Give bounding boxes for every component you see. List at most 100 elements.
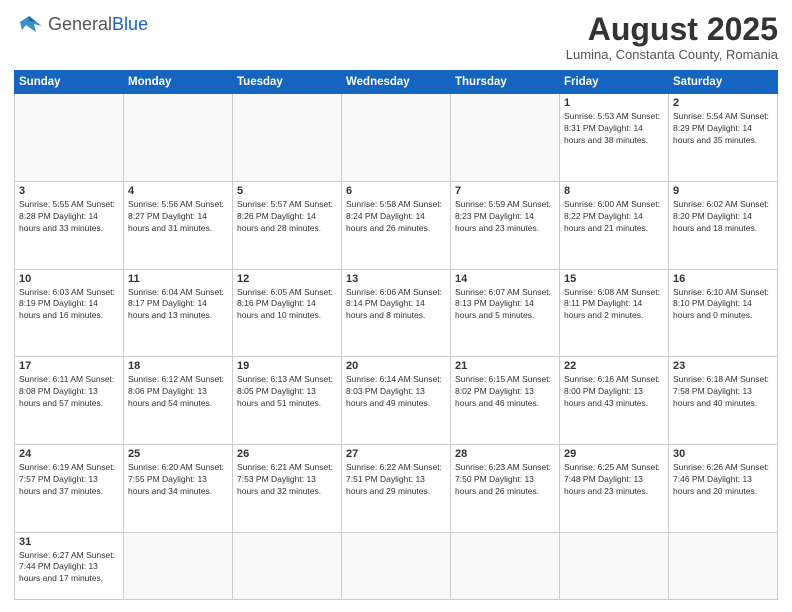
table-row: 28 Sunrise: 6:23 AM Sunset: 7:50 PM Dayli… [451,444,560,532]
calendar-header-row: SundayMondayTuesdayWednesdayThursdayFrid… [15,71,778,94]
day-number: 11 [128,273,228,285]
day-number: 27 [346,448,446,460]
day-number: 17 [19,360,119,372]
table-row: 30 Sunrise: 6:26 AM Sunset: 7:46 PM Dayli… [669,444,778,532]
header: GeneralBlue August 2025 Lumina, Constant… [14,12,778,62]
table-row: 26 Sunrise: 6:21 AM Sunset: 7:53 PM Dayli… [233,444,342,532]
table-row: 10Sunrise: 6:03 AM Sunset: 8:19 PM Dayli… [15,269,124,357]
calendar-header-tuesday: Tuesday [233,71,342,94]
day-number: 20 [346,360,446,372]
day-number: 2 [673,97,773,109]
table-row: 22Sunrise: 6:16 AM Sunset: 8:00 PM Dayli… [560,357,669,445]
table-row: 17Sunrise: 6:11 AM Sunset: 8:08 PM Dayli… [15,357,124,445]
table-row: 1Sunrise: 5:53 AM Sunset: 8:31 PM Daylig… [560,94,669,182]
day-info: Sunrise: 6:23 AM Sunset: 7:50 PM Dayligh… [455,462,555,498]
table-row: 19Sunrise: 6:13 AM Sunset: 8:05 PM Dayli… [233,357,342,445]
table-row: 15 Sunrise: 6:08 AM Sunset: 8:11 PM Dayli… [560,269,669,357]
logo-bird-icon [14,12,44,36]
day-info: Sunrise: 6:08 AM Sunset: 8:11 PM Dayligh… [564,287,664,323]
day-number: 18 [128,360,228,372]
day-number: 21 [455,360,555,372]
calendar-week-row: 1Sunrise: 5:53 AM Sunset: 8:31 PM Daylig… [15,94,778,182]
day-info: Sunrise: 6:19 AM Sunset: 7:57 PM Dayligh… [19,462,119,498]
day-info: Sunrise: 5:57 AM Sunset: 8:26 PM Dayligh… [237,199,337,235]
day-info: Sunrise: 6:12 AM Sunset: 8:06 PM Dayligh… [128,374,228,410]
table-row: 24 Sunrise: 6:19 AM Sunset: 7:57 PM Dayli… [15,444,124,532]
day-info: Sunrise: 6:00 AM Sunset: 8:22 PM Dayligh… [564,199,664,235]
table-row: 5Sunrise: 5:57 AM Sunset: 8:26 PM Daylig… [233,181,342,269]
day-info: Sunrise: 5:55 AM Sunset: 8:28 PM Dayligh… [19,199,119,235]
day-info: Sunrise: 6:06 AM Sunset: 8:14 PM Dayligh… [346,287,446,323]
day-info: Sunrise: 5:54 AM Sunset: 8:29 PM Dayligh… [673,111,773,147]
table-row: 6Sunrise: 5:58 AM Sunset: 8:24 PM Daylig… [342,181,451,269]
day-number: 10 [19,273,119,285]
day-number: 13 [346,273,446,285]
calendar-header-friday: Friday [560,71,669,94]
day-number: 30 [673,448,773,460]
table-row: 4Sunrise: 5:56 AM Sunset: 8:27 PM Daylig… [124,181,233,269]
calendar-table: SundayMondayTuesdayWednesdayThursdayFrid… [14,70,778,600]
table-row: 23Sunrise: 6:18 AM Sunset: 7:58 PM Dayli… [669,357,778,445]
table-row: 27 Sunrise: 6:22 AM Sunset: 7:51 PM Dayli… [342,444,451,532]
table-row [233,94,342,182]
day-info: Sunrise: 6:22 AM Sunset: 7:51 PM Dayligh… [346,462,446,498]
table-row [124,532,233,599]
day-info: Sunrise: 6:20 AM Sunset: 7:55 PM Dayligh… [128,462,228,498]
day-info: Sunrise: 6:10 AM Sunset: 8:10 PM Dayligh… [673,287,773,323]
table-row: 20 Sunrise: 6:14 AM Sunset: 8:03 PM Dayli… [342,357,451,445]
day-info: Sunrise: 6:07 AM Sunset: 8:13 PM Dayligh… [455,287,555,323]
table-row: 18 Sunrise: 6:12 AM Sunset: 8:06 PM Dayli… [124,357,233,445]
day-number: 23 [673,360,773,372]
title-block: August 2025 Lumina, Constanta County, Ro… [566,12,778,62]
calendar-header-wednesday: Wednesday [342,71,451,94]
calendar-header-sunday: Sunday [15,71,124,94]
day-number: 19 [237,360,337,372]
day-number: 16 [673,273,773,285]
logo-text: GeneralBlue [48,15,148,33]
calendar-week-row: 31Sunrise: 6:27 AM Sunset: 7:44 PM Dayli… [15,532,778,599]
day-number: 24 [19,448,119,460]
day-info: Sunrise: 6:26 AM Sunset: 7:46 PM Dayligh… [673,462,773,498]
day-info: Sunrise: 6:27 AM Sunset: 7:44 PM Dayligh… [19,550,119,586]
day-info: Sunrise: 6:14 AM Sunset: 8:03 PM Dayligh… [346,374,446,410]
day-number: 3 [19,185,119,197]
table-row: 2 Sunrise: 5:54 AM Sunset: 8:29 PM Daylig… [669,94,778,182]
table-row [342,94,451,182]
calendar-week-row: 3 Sunrise: 5:55 AM Sunset: 8:28 PM Daylig… [15,181,778,269]
table-row: 21Sunrise: 6:15 AM Sunset: 8:02 PM Dayli… [451,357,560,445]
day-info: Sunrise: 5:53 AM Sunset: 8:31 PM Dayligh… [564,111,664,147]
day-number: 12 [237,273,337,285]
calendar-header-saturday: Saturday [669,71,778,94]
day-info: Sunrise: 5:56 AM Sunset: 8:27 PM Dayligh… [128,199,228,235]
table-row [451,532,560,599]
day-number: 6 [346,185,446,197]
table-row: 7Sunrise: 5:59 AM Sunset: 8:23 PM Daylig… [451,181,560,269]
table-row: 31Sunrise: 6:27 AM Sunset: 7:44 PM Dayli… [15,532,124,599]
location: Lumina, Constanta County, Romania [566,47,778,62]
day-number: 15 [564,273,664,285]
logo-general: General [48,14,112,34]
calendar-header-monday: Monday [124,71,233,94]
day-info: Sunrise: 6:25 AM Sunset: 7:48 PM Dayligh… [564,462,664,498]
page: GeneralBlue August 2025 Lumina, Constant… [0,0,792,612]
month-year: August 2025 [566,12,778,47]
day-number: 26 [237,448,337,460]
day-number: 22 [564,360,664,372]
table-row: 3 Sunrise: 5:55 AM Sunset: 8:28 PM Daylig… [15,181,124,269]
table-row: 13 Sunrise: 6:06 AM Sunset: 8:14 PM Dayli… [342,269,451,357]
day-number: 14 [455,273,555,285]
day-number: 7 [455,185,555,197]
table-row: 14 Sunrise: 6:07 AM Sunset: 8:13 PM Dayli… [451,269,560,357]
table-row: 16 Sunrise: 6:10 AM Sunset: 8:10 PM Dayli… [669,269,778,357]
day-number: 28 [455,448,555,460]
logo: GeneralBlue [14,12,148,36]
table-row: 11Sunrise: 6:04 AM Sunset: 8:17 PM Dayli… [124,269,233,357]
table-row [451,94,560,182]
table-row [15,94,124,182]
table-row: 25 Sunrise: 6:20 AM Sunset: 7:55 PM Dayli… [124,444,233,532]
table-row: 9Sunrise: 6:02 AM Sunset: 8:20 PM Daylig… [669,181,778,269]
table-row [233,532,342,599]
day-number: 25 [128,448,228,460]
day-info: Sunrise: 6:21 AM Sunset: 7:53 PM Dayligh… [237,462,337,498]
table-row [124,94,233,182]
